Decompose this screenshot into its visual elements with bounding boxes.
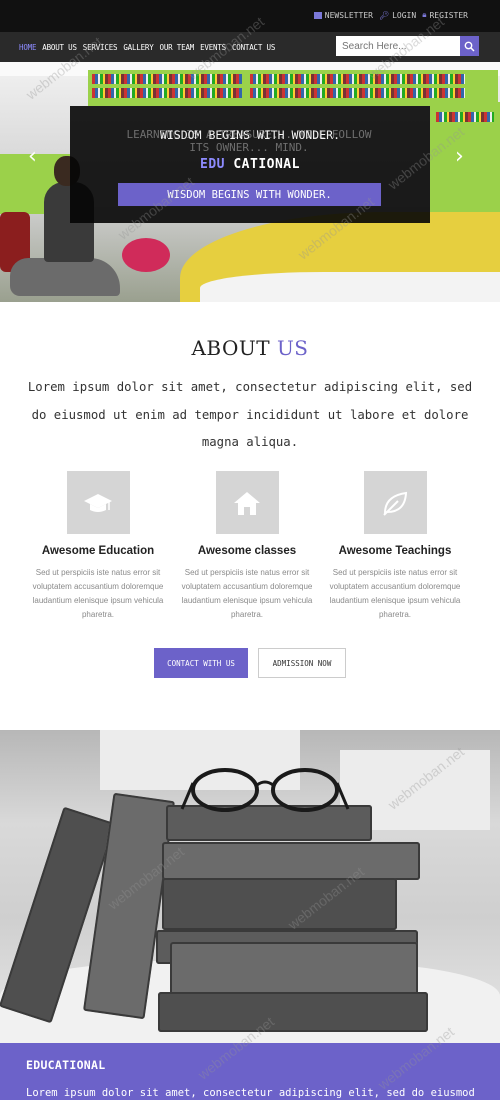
register-label: REGISTER <box>429 10 468 20</box>
graduation-cap-icon <box>84 493 112 512</box>
about-title-accent: US <box>276 336 309 360</box>
lock-icon: 🔒︎ <box>422 10 427 19</box>
nav-item-about-us[interactable]: ABOUT US <box>42 43 77 52</box>
hero-books-row <box>250 74 465 84</box>
feature-text: Sed ut perspiciis iste natus error sit v… <box>32 568 164 619</box>
about-title: ABOUT US <box>0 336 500 360</box>
nav-item-our-team[interactable]: OUR TEAM <box>160 43 195 52</box>
feature-icon-box <box>215 471 279 534</box>
hero-student-legs <box>10 258 120 296</box>
hero-caption-line1: WISDOM BEGINS WITH WONDER. <box>159 128 340 142</box>
feature-icon-box <box>66 471 130 534</box>
book-stacked <box>158 992 428 1032</box>
feature-classes: Awesome classes Sed ut perspiciis iste n… <box>173 471 321 622</box>
feature-teachings: Awesome Teachings Sed ut perspiciis iste… <box>321 471 469 622</box>
search-button[interactable] <box>460 36 479 56</box>
register-link[interactable]: 🔒︎ REGISTER <box>422 10 468 20</box>
hero-desk-edge <box>200 272 500 302</box>
hero-caption-accent: EDU <box>200 157 226 172</box>
nav-item-home[interactable]: HOME <box>19 43 36 52</box>
feature-title: Awesome Education <box>41 545 155 557</box>
hero-caption-line2: EDU CATIONAL <box>70 157 430 172</box>
about-text: Lorem ipsum dolor sit amet, consectetur … <box>27 380 473 449</box>
feature-title: Awesome classes <box>197 545 297 557</box>
newsletter-label: NEWSLETTER <box>324 10 373 20</box>
educational-section: EDUCATIONAL Lorem ipsum dolor sit amet, … <box>0 1043 500 1100</box>
hero-caption-bar: WISDOM BEGINS WITH WONDER. <box>118 183 381 206</box>
top-utility-bar: NEWSLETTER 🔑︎ LOGIN 🔒︎ REGISTER <box>0 0 500 32</box>
feature-education: Awesome Education Sed ut perspiciis iste… <box>24 471 172 622</box>
nav-item-events[interactable]: EVENTS <box>200 43 226 52</box>
contact-button[interactable]: CONTACT WITH US <box>154 648 248 678</box>
chevron-left-icon[interactable]: ‹ <box>28 146 37 168</box>
feature-title: Awesome Teachings <box>338 545 452 557</box>
hero-caption-rest: CATIONAL <box>233 157 300 172</box>
nav-item-gallery[interactable]: GALLERY <box>123 43 153 52</box>
nav-item-contact-us[interactable]: CONTACT US <box>232 43 275 52</box>
home-icon <box>234 491 260 515</box>
hero-books-row <box>92 88 242 98</box>
admission-button[interactable]: ADMISSION NOW <box>258 648 346 678</box>
hero-books-row <box>436 112 494 122</box>
chevron-right-icon[interactable]: › <box>455 146 464 168</box>
login-label: LOGIN <box>392 10 417 20</box>
leaf-icon <box>383 491 408 516</box>
feature-text: Sed ut perspiciis iste natus error sit v… <box>181 568 313 619</box>
nav-menu: HOME ABOUT US SERVICES GALLERY OUR TEAM … <box>19 43 275 52</box>
about-title-main: ABOUT <box>191 336 271 360</box>
top-links: NEWSLETTER 🔑︎ LOGIN 🔒︎ REGISTER <box>313 10 468 20</box>
hero-slider: LEARNING IS A TREASURE... WILL FOLLOW IT… <box>0 62 500 302</box>
envelope-icon <box>313 11 322 19</box>
nav-item-services[interactable]: SERVICES <box>83 43 118 52</box>
search-input[interactable] <box>336 36 460 56</box>
book-stacked <box>162 842 420 880</box>
search-box <box>336 36 479 56</box>
feature-icon-box <box>363 471 427 534</box>
search-icon <box>464 41 475 52</box>
login-link[interactable]: 🔑︎ LOGIN <box>379 10 416 20</box>
hero-pink-stool <box>122 238 170 272</box>
book-stacked <box>162 878 397 930</box>
newsletter-link[interactable]: NEWSLETTER <box>313 10 373 20</box>
educational-title: EDUCATIONAL <box>26 1058 106 1072</box>
eyeglasses <box>180 768 350 812</box>
feature-text: Sed ut perspiciis iste natus error sit v… <box>329 568 461 619</box>
hero-books-row <box>250 88 465 98</box>
key-icon: 🔑︎ <box>378 10 390 20</box>
hero-books-row <box>92 74 242 84</box>
educational-text: Lorem ipsum dolor sit amet, consectetur … <box>26 1087 475 1099</box>
